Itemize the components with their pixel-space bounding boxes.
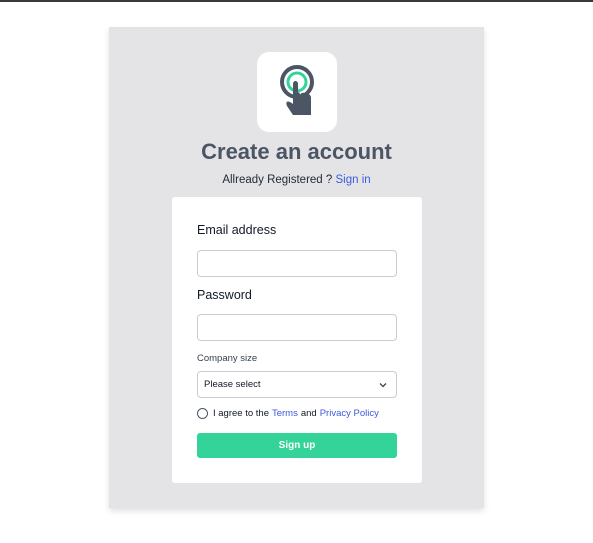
terms-and-text: and: [300, 408, 317, 419]
signin-link[interactable]: Sign in: [335, 174, 370, 186]
terms-agreement: I agree to the Terms and Privacy Policy: [197, 408, 382, 419]
password-label: Password: [197, 288, 252, 302]
chevron-down-icon: [379, 383, 387, 388]
email-label: Email address: [197, 223, 277, 237]
tap-hand-icon: [280, 65, 314, 115]
app-logo: [257, 52, 337, 132]
terms-link[interactable]: Terms: [272, 408, 298, 419]
email-field[interactable]: [197, 250, 397, 277]
privacy-policy-link[interactable]: Privacy Policy: [320, 408, 379, 419]
signup-form-card: Email address Password Company size Plea…: [172, 197, 422, 483]
terms-agree-text: I agree to the: [213, 408, 269, 419]
signup-button[interactable]: Sign up: [197, 433, 397, 458]
company-size-label: Company size: [197, 353, 258, 364]
signin-prompt: Allready Registered ? Sign in: [109, 174, 484, 186]
page-title: Create an account: [201, 139, 392, 164]
signin-prompt-text: Allready Registered ?: [222, 174, 333, 186]
company-size-select[interactable]: Please select: [197, 371, 397, 398]
window-top-border: [0, 0, 593, 2]
password-field[interactable]: [197, 314, 397, 341]
company-size-selected-value: Please select: [204, 379, 261, 390]
terms-agree-radio[interactable]: [197, 408, 208, 419]
signup-panel: Create an account Allready Registered ? …: [109, 27, 484, 508]
